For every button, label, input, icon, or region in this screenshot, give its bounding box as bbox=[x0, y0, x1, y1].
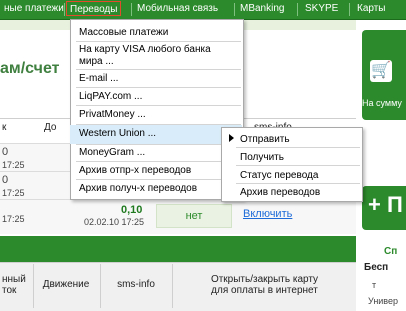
submenu-item-send[interactable]: Отправить bbox=[240, 134, 290, 145]
side-info-b: Бесп bbox=[364, 262, 389, 273]
submenu-separator bbox=[236, 147, 360, 148]
submenu-separator bbox=[236, 183, 360, 184]
promo-text: На сумму bbox=[362, 98, 402, 108]
menu-item-moneygram[interactable]: MoneyGram ... bbox=[79, 147, 145, 159]
shopping-cart-icon: 🛒 bbox=[370, 60, 392, 82]
enable-link[interactable]: Включить bbox=[243, 208, 292, 220]
nav-separator bbox=[131, 3, 132, 16]
bottom-col-balance: нный ток bbox=[2, 274, 26, 296]
menu-separator bbox=[76, 144, 241, 145]
menu-separator bbox=[76, 179, 241, 180]
nav-separator bbox=[234, 3, 235, 16]
nav-item-payments[interactable]: ные платежи bbox=[4, 0, 64, 19]
menu-separator bbox=[76, 87, 241, 88]
row-date: 02.02.10 17:25 bbox=[84, 217, 145, 227]
bottom-col-sms[interactable]: sms-info bbox=[101, 279, 171, 290]
nav-separator bbox=[297, 3, 298, 16]
submenu-item-archive[interactable]: Архив переводов bbox=[240, 187, 320, 198]
column-header-dos: До bbox=[44, 122, 57, 133]
menu-item-privatmoney[interactable]: PrivatMoney ... bbox=[79, 109, 146, 121]
promo-plus-text: + П bbox=[368, 192, 403, 217]
nav-separator bbox=[349, 3, 350, 16]
menu-separator bbox=[76, 124, 241, 125]
row-date: 17:25 bbox=[2, 188, 25, 198]
menu-item-email[interactable]: E-mail ... bbox=[79, 73, 118, 85]
menu-separator bbox=[76, 69, 241, 70]
menu-item-western-union[interactable]: Western Union ... bbox=[79, 128, 156, 140]
green-separator-bar bbox=[0, 236, 356, 262]
menu-item-archive-received[interactable]: Архив получ-х переводов bbox=[79, 183, 197, 195]
submenu-item-status[interactable]: Статус перевода bbox=[240, 170, 318, 181]
menu-separator bbox=[76, 41, 241, 42]
side-info-a: Сп bbox=[384, 246, 398, 257]
side-info-c: т bbox=[372, 280, 377, 290]
selected-arrow-icon bbox=[229, 134, 234, 142]
menu-separator bbox=[76, 105, 241, 106]
page-title: ам/счет bbox=[0, 60, 60, 77]
menu-item-archive-sent[interactable]: Архив отпр-х переводов bbox=[79, 165, 191, 177]
row-date: 17:25 bbox=[2, 160, 25, 170]
submenu-item-receive[interactable]: Получить bbox=[240, 152, 284, 163]
row-amount: 0,10 bbox=[121, 204, 143, 216]
row-amount: 0 bbox=[2, 174, 9, 186]
row-amount: 0 bbox=[2, 146, 9, 158]
menu-item-liqpay[interactable]: LiqPAY.com ... bbox=[79, 91, 142, 103]
menu-item-visa-card[interactable]: На карту VISA любого банка мира ... bbox=[79, 44, 229, 68]
nav-item-cards[interactable]: Карты bbox=[357, 0, 386, 19]
row-date: 17:25 bbox=[2, 214, 25, 224]
submenu-separator bbox=[236, 165, 360, 166]
bottom-col-card[interactable]: Открыть/закрыть карту для оплаты в интер… bbox=[173, 274, 356, 296]
column-header-k: к bbox=[2, 122, 7, 133]
bottom-col-movement[interactable]: Движение bbox=[34, 279, 98, 290]
sms-status-no: нет bbox=[156, 204, 232, 228]
side-info-d: Универ bbox=[368, 296, 399, 306]
menu-separator bbox=[76, 161, 241, 162]
nav-item-mbanking[interactable]: MBanking bbox=[240, 0, 284, 19]
nav-item-skype[interactable]: SKYPE bbox=[305, 0, 338, 19]
nav-item-mobile[interactable]: Мобильная связь bbox=[137, 0, 218, 19]
nav-item-transfers[interactable]: Переводы bbox=[66, 1, 122, 16]
menu-item-mass-payments[interactable]: Массовые платежи bbox=[79, 27, 168, 39]
nav-separator bbox=[64, 3, 65, 16]
